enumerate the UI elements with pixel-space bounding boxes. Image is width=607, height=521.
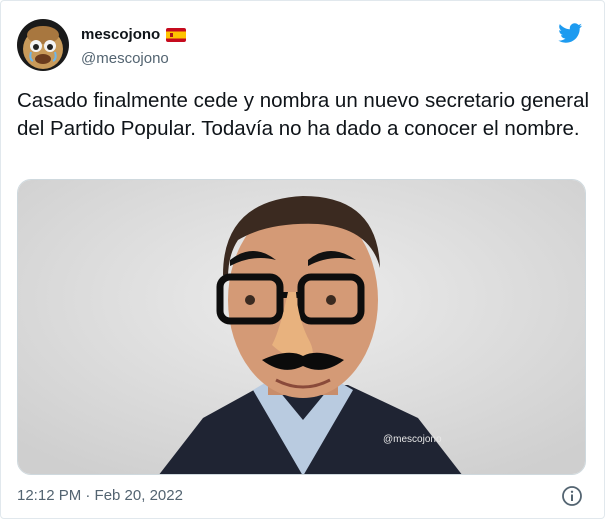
tweet-image[interactable]: @mescojono: [17, 179, 586, 475]
image-watermark: @mescojono: [383, 434, 442, 445]
author-handle[interactable]: @mescojono: [81, 50, 169, 67]
author-name[interactable]: mescojono: [81, 26, 160, 43]
tweet-text: Casado finalmente cede y nombra un nuevo…: [17, 89, 590, 140]
spain-flag-icon: [166, 27, 187, 42]
tweet-card: mescojono @mescojono Casado finalmente c…: [0, 0, 605, 519]
author-name-row[interactable]: mescojono: [81, 26, 187, 43]
info-icon[interactable]: [561, 485, 583, 507]
tweet-timestamp[interactable]: 12:12 PM · Feb 20, 2022: [17, 487, 183, 504]
avatar[interactable]: [17, 19, 69, 71]
twitter-bird-icon[interactable]: [557, 21, 584, 45]
